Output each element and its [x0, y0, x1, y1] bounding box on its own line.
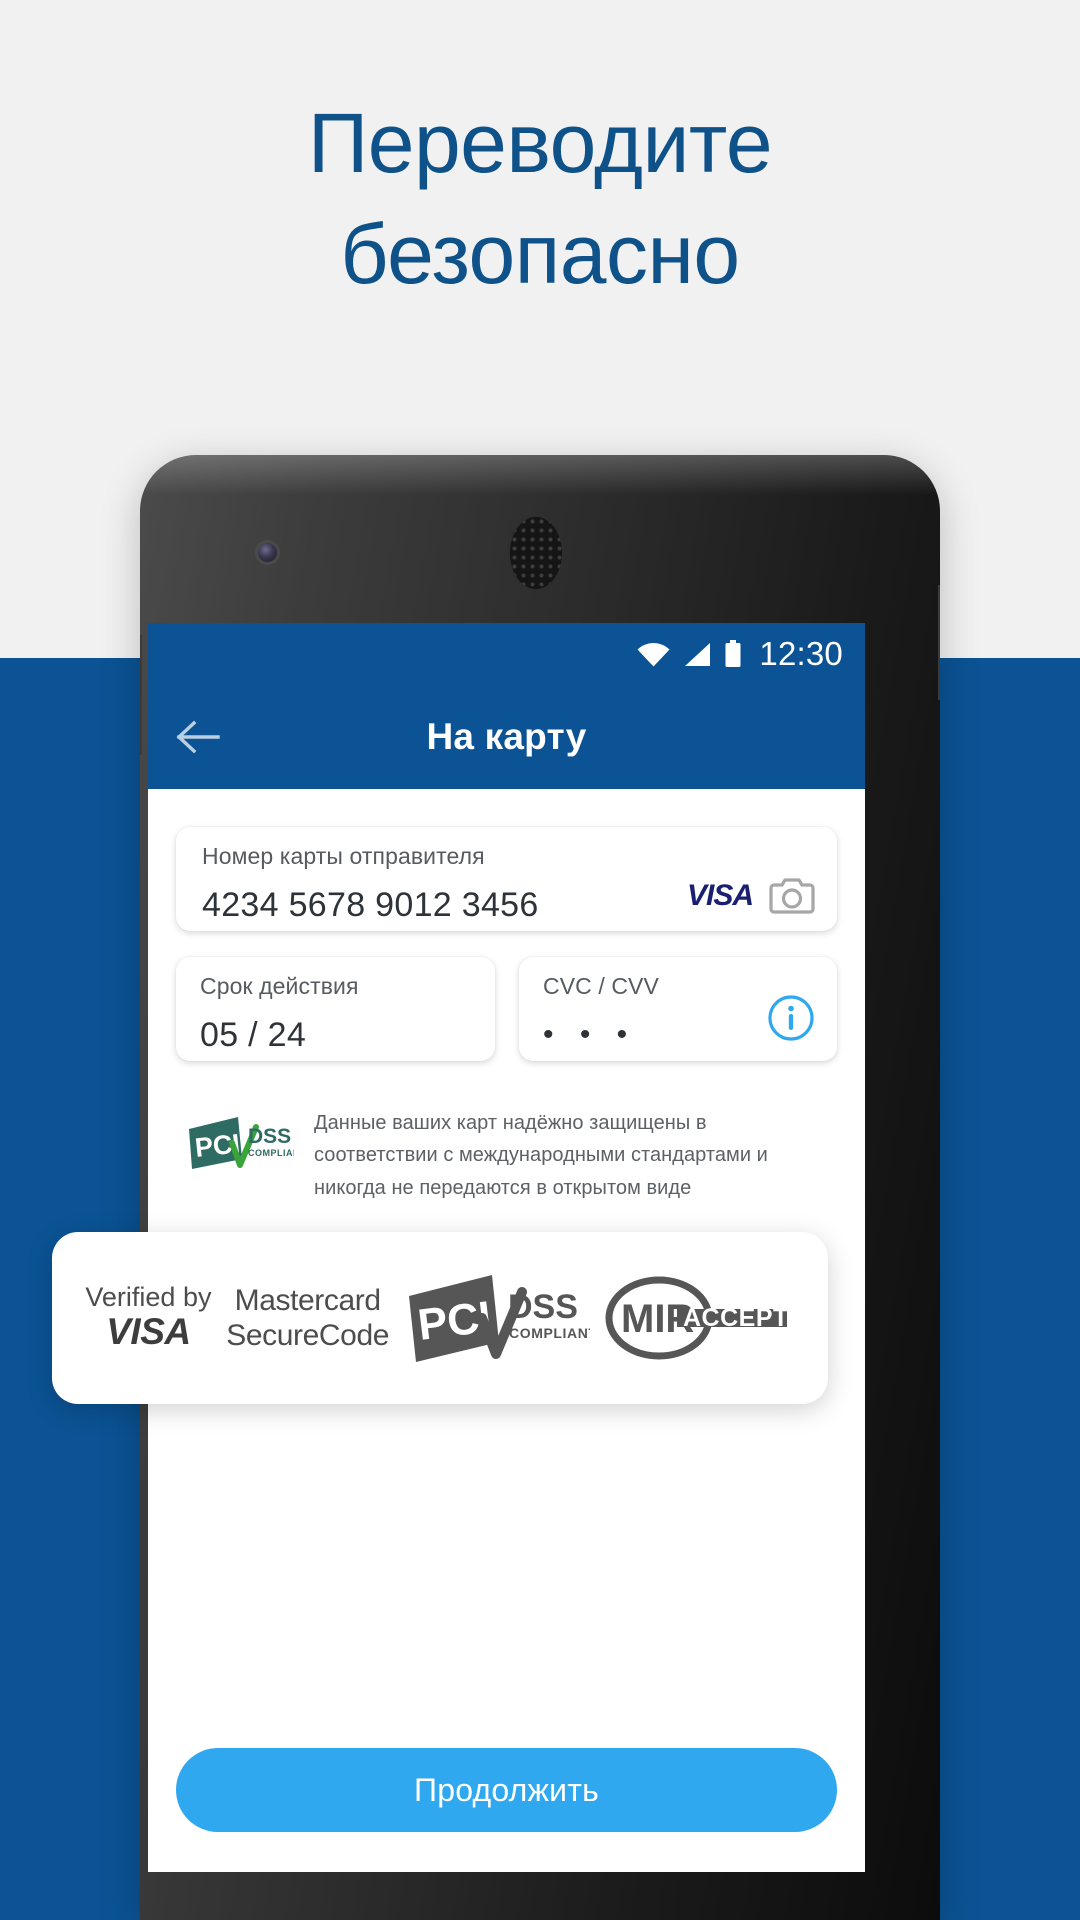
svg-text:COMPLIANT: COMPLIANT: [509, 1325, 590, 1341]
wifi-icon: [637, 642, 670, 666]
status-bar: 12:30: [148, 623, 865, 685]
cvc-info-button[interactable]: [767, 994, 815, 1047]
phone-body: 12:30 На карту Номер карты отправителя 4…: [140, 455, 940, 1920]
back-button[interactable]: [148, 685, 248, 789]
pci-dss-compliant-logo-icon: PCI DSS COMPLIANT: [408, 1275, 590, 1362]
pci-security-text: Данные ваших карт надёжно защищены в соо…: [314, 1112, 768, 1199]
mir-accept-logo-icon: MIR ACCEPT: [605, 1276, 789, 1360]
badge-pci-dss-compliant: PCI DSS COMPLIANT: [404, 1272, 590, 1364]
expiry-field[interactable]: Срок действия 05 / 24: [176, 957, 495, 1061]
expiry-label: Срок действия: [200, 973, 359, 999]
back-arrow-icon: [176, 720, 220, 754]
headline-line-2: безопасно: [340, 206, 740, 301]
page-headline: Переводите безопасно: [0, 88, 1080, 310]
cvc-field[interactable]: CVC / CVV • • •: [519, 957, 837, 1061]
phone-side-button-right: [938, 585, 940, 700]
svg-text:DSS: DSS: [508, 1288, 578, 1326]
svg-text:COMPLIANT: COMPLIANT: [248, 1148, 294, 1158]
trust-badges-card: Verified by VISA Mastercard SecureCode P…: [52, 1232, 828, 1404]
info-circle-icon: [768, 995, 814, 1041]
verified-by-visa-line1: Verified by: [85, 1282, 212, 1313]
svg-text:DSS: DSS: [248, 1125, 291, 1148]
page-title: На карту: [426, 716, 587, 757]
card-number-adornments: VISA: [687, 877, 815, 915]
phone-side-button-left: [140, 635, 142, 755]
earpiece-speaker-icon: [510, 517, 562, 589]
app-bar: На карту: [148, 685, 865, 789]
badge-mir-accept: MIR ACCEPT: [605, 1276, 795, 1360]
badge-verified-by-visa: Verified by VISA: [85, 1283, 211, 1352]
mastercard-securecode-line1: Mastercard: [234, 1283, 381, 1317]
camera-icon[interactable]: [769, 877, 815, 915]
visa-logo: VISA: [686, 879, 754, 912]
status-bar-clock: 12:30: [759, 635, 843, 672]
phone-bezel-highlight: [140, 455, 940, 495]
svg-text:ACCEPT: ACCEPT: [683, 1304, 789, 1332]
front-camera-icon: [258, 543, 277, 562]
badge-mastercard-securecode: Mastercard SecureCode: [226, 1283, 389, 1354]
battery-full-icon: [725, 640, 741, 667]
headline-line-1: Переводите: [307, 96, 773, 190]
verified-by-visa-line2: VISA: [106, 1310, 191, 1352]
phone-mockup: 12:30 На карту Номер карты отправителя 4…: [140, 455, 940, 1920]
pci-dss-compliant-badge-icon: PCI DSS COMPLIANT: [189, 1117, 294, 1169]
pci-security-notice: PCI DSS COMPLIANT Данные ваших карт надё…: [186, 1107, 826, 1204]
expiry-value: 05 / 24: [200, 1016, 307, 1054]
mastercard-securecode-line2: SecureCode: [226, 1319, 390, 1352]
continue-button[interactable]: Продолжить: [176, 1748, 837, 1832]
card-number-label: Номер карты отправителя: [202, 843, 485, 869]
card-number-field[interactable]: Номер карты отправителя 4234 5678 9012 3…: [176, 827, 837, 931]
cellular-signal-icon: [685, 642, 711, 666]
